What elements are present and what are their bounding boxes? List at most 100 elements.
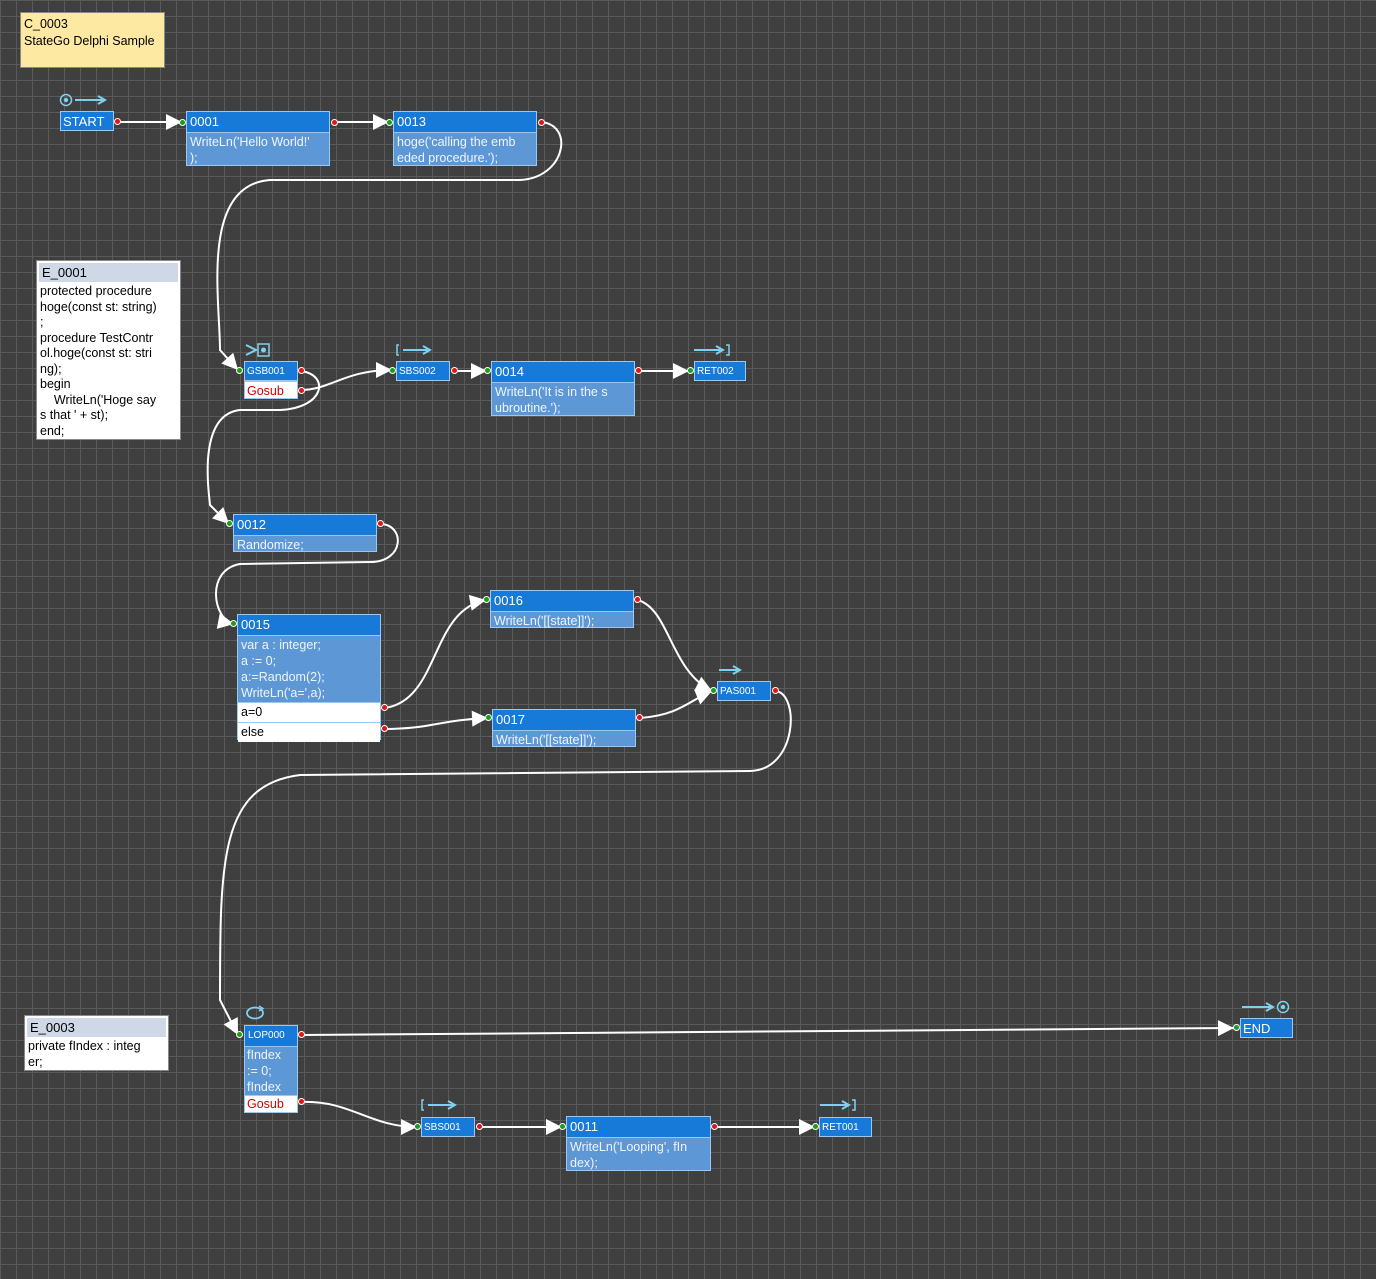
note-body: protected procedure hoge(const st: string… <box>37 284 180 439</box>
code-line: fIndex <box>247 1080 282 1094</box>
state-0015[interactable]: 0015 var a : integer; a := 0; a:=Random(2)… <box>237 614 381 742</box>
gosub-branch[interactable]: Gosub <box>244 381 298 399</box>
pass-state-pas001[interactable]: PAS001 <box>717 681 771 701</box>
subroutine-start-icon <box>396 344 433 356</box>
code-line: ); <box>190 151 198 165</box>
state-diagram-canvas[interactable]: C_0003 StateGo Delphi Sample E_0001 prot… <box>0 0 1376 1279</box>
note-line: ng); <box>40 361 62 376</box>
in-port[interactable] <box>687 367 694 374</box>
note-body: private fIndex : integ er; <box>25 1039 168 1070</box>
in-port[interactable] <box>710 687 717 694</box>
return-state-ret002[interactable]: RET002 <box>694 361 746 381</box>
in-port[interactable] <box>812 1123 819 1130</box>
state-0011[interactable]: 0011 WriteLn('Looping', fIn dex); <box>566 1116 711 1171</box>
state-code: WriteLn('Hello World!'); <box>187 133 329 167</box>
gosub-out-port[interactable] <box>298 1098 305 1105</box>
wire-0017-pas001 <box>639 689 713 719</box>
state-0001[interactable]: 0001 WriteLn('Hello World!'); <box>186 111 330 166</box>
state-code: var a : integer; a := 0; a:=Random(2); Writ… <box>238 636 380 702</box>
return-icon <box>820 1099 856 1111</box>
out-port[interactable] <box>298 367 305 374</box>
state-label: END <box>1243 1021 1271 1036</box>
code-line: WriteLn('a=',a); <box>241 686 326 700</box>
note-title: E_0001 <box>39 263 178 282</box>
connection-wires <box>118 114 1235 1135</box>
wire-0015-0016 <box>384 594 487 709</box>
in-port[interactable] <box>483 596 490 603</box>
note-e0001[interactable]: E_0001 protected procedure hoge(const st:… <box>36 260 181 440</box>
state-0013[interactable]: 0013 hoge('calling the emb eded procedure… <box>393 111 537 166</box>
state-0016[interactable]: 0016 WriteLn('[[state]]'); <box>490 590 634 628</box>
state-label: LOP000 <box>245 1026 297 1047</box>
out-port[interactable] <box>711 1123 718 1130</box>
branch-a-equals-0[interactable]: a=0 <box>238 702 380 722</box>
note-line: ; <box>40 315 44 329</box>
state-code: WriteLn('It is in the s ubroutine.'); <box>492 383 634 417</box>
code-line: WriteLn('Looping', fIn <box>570 1140 688 1154</box>
out-port[interactable] <box>114 118 121 125</box>
in-port[interactable] <box>389 367 396 374</box>
wire-gsb001-sbs002 <box>300 362 393 391</box>
code-line: WriteLn('It is in the s <box>495 385 608 399</box>
state-label: RET002 <box>697 366 734 377</box>
in-port[interactable] <box>414 1123 421 1130</box>
code-line: a:=Random(2); <box>241 670 325 684</box>
code-line: WriteLn('Hello World!' <box>190 135 310 149</box>
in-port[interactable] <box>484 367 491 374</box>
state-id: 0016 <box>491 591 633 612</box>
code-line: eded procedure.'); <box>397 151 499 165</box>
branch-else-port[interactable] <box>381 725 388 732</box>
out-port[interactable] <box>772 687 779 694</box>
out-port[interactable] <box>451 367 458 374</box>
state-code: WriteLn('[[state]]'); <box>493 731 635 749</box>
in-port[interactable] <box>179 119 186 126</box>
out-port[interactable] <box>331 119 338 126</box>
state-0017[interactable]: 0017 WriteLn('[[state]]'); <box>492 709 636 747</box>
out-port[interactable] <box>298 1031 305 1038</box>
in-port[interactable] <box>386 119 393 126</box>
wire-lop000-sbs001 <box>300 1100 418 1135</box>
branch-a-equals-0-port[interactable] <box>381 704 388 711</box>
out-port[interactable] <box>377 520 384 527</box>
out-port[interactable] <box>634 596 641 603</box>
loop-icon <box>246 1005 265 1020</box>
gosub-state-gsb001[interactable]: GSB001 <box>244 361 298 381</box>
end-state[interactable]: END <box>1240 1018 1293 1038</box>
out-port[interactable] <box>476 1123 483 1130</box>
code-line: WriteLn('[[state]]'); <box>496 733 597 747</box>
in-port[interactable] <box>559 1123 566 1130</box>
state-label: START <box>63 114 105 129</box>
out-port[interactable] <box>538 119 545 126</box>
state-0014[interactable]: 0014 WriteLn('It is in the s ubroutine.')… <box>491 361 635 416</box>
in-port[interactable] <box>230 620 237 627</box>
in-port[interactable] <box>1233 1024 1240 1031</box>
return-state-ret001[interactable]: RET001 <box>819 1117 872 1137</box>
in-port[interactable] <box>485 714 492 721</box>
in-port[interactable] <box>236 367 243 374</box>
state-id: 0011 <box>567 1117 710 1138</box>
subroutine-start-sbs002[interactable]: SBS002 <box>396 361 450 381</box>
in-port[interactable] <box>236 1031 243 1038</box>
end-icon <box>1242 1000 1290 1014</box>
in-port[interactable] <box>226 520 233 527</box>
gosub-out-port[interactable] <box>298 387 305 394</box>
state-id: 0013 <box>394 112 536 133</box>
subroutine-start-sbs001[interactable]: SBS001 <box>421 1117 475 1137</box>
gosub-branch[interactable]: Gosub <box>245 1095 297 1112</box>
state-id: 0001 <box>187 112 329 133</box>
note-title: E_0003 <box>27 1018 166 1037</box>
branch-else[interactable]: else <box>238 722 380 742</box>
code-line: WriteLn('[[state]]'); <box>494 614 595 628</box>
wire-lop000-end <box>300 1020 1235 1037</box>
loop-state-lop000[interactable]: LOP000 fIndex:= 0; fIndex Gosub <box>244 1025 298 1113</box>
code-line: dex); <box>570 1156 598 1170</box>
state-label: GSB001 <box>247 366 285 377</box>
wire-0016-pas001 <box>637 599 713 692</box>
out-port[interactable] <box>635 367 642 374</box>
out-port[interactable] <box>636 714 643 721</box>
note-line: ol.hoge(const st: stri <box>40 346 152 360</box>
note-e0003[interactable]: E_0003 private fIndex : integ er; <box>24 1015 169 1071</box>
start-state[interactable]: START <box>60 111 114 131</box>
comment-box[interactable]: C_0003 StateGo Delphi Sample <box>20 12 165 68</box>
state-0012[interactable]: 0012 Randomize; <box>233 514 377 552</box>
